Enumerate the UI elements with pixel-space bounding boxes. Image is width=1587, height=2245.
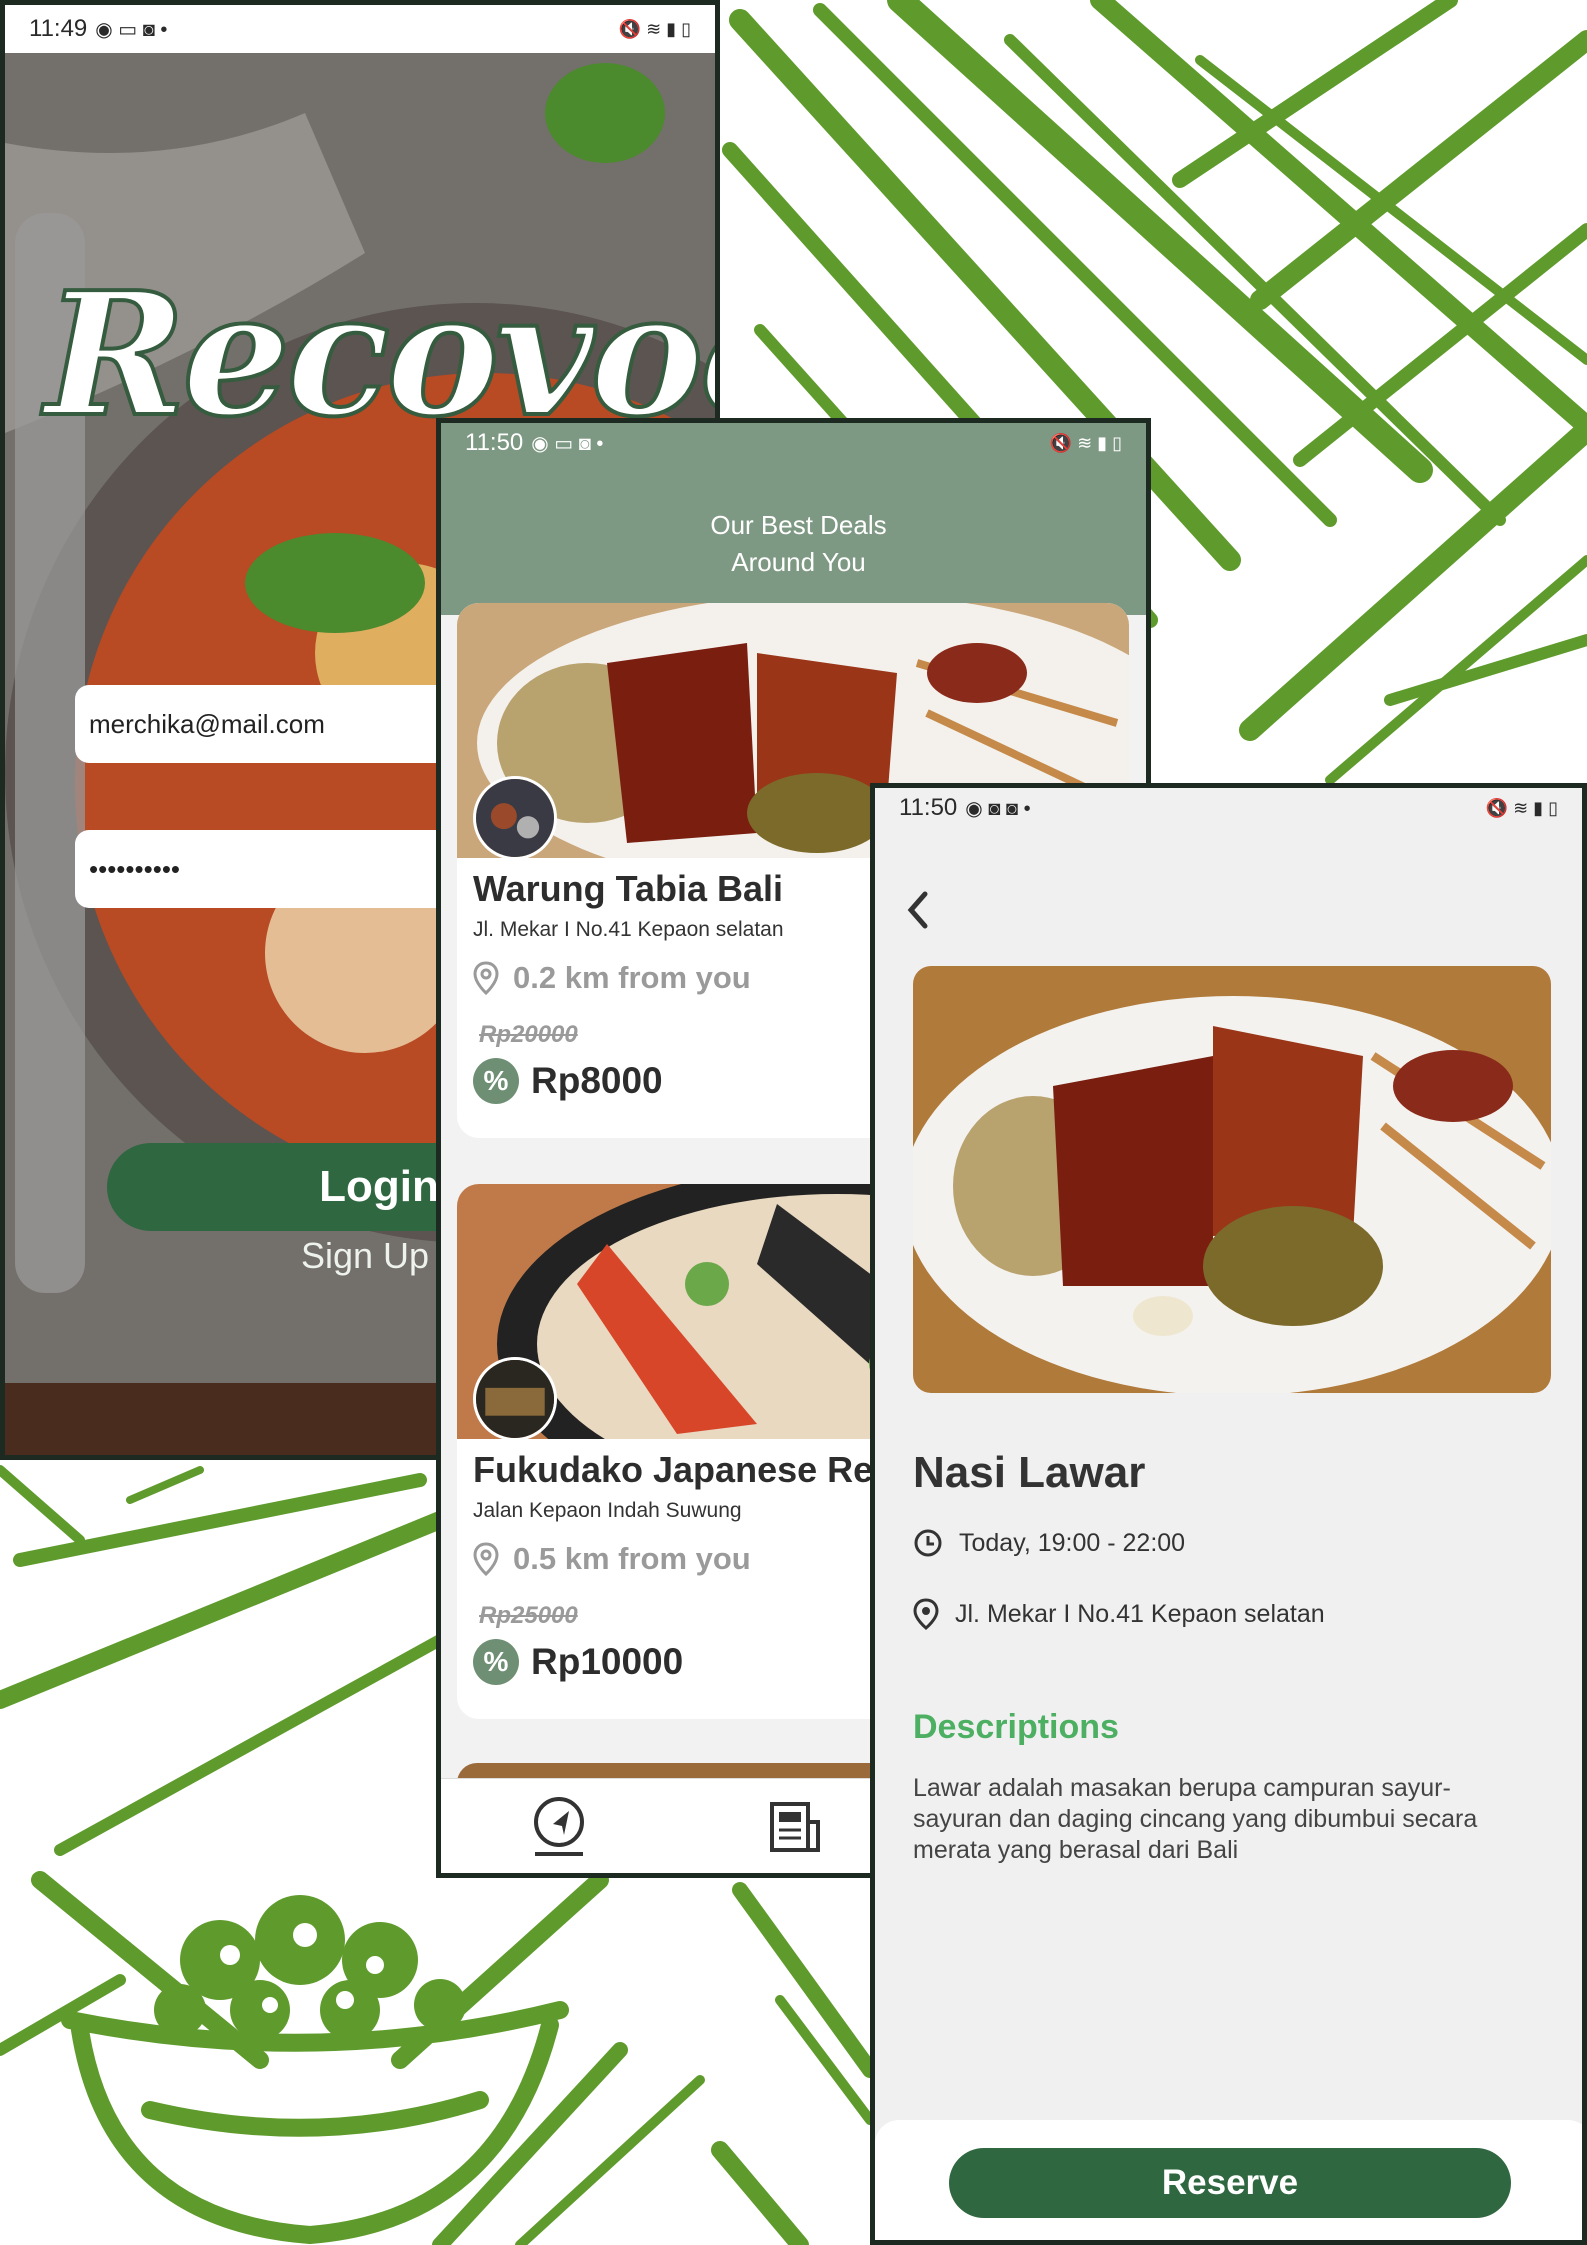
restaurant-avatar (473, 776, 557, 860)
system-status-icons: 🔇 ≋ ▮ ▯ (1049, 432, 1122, 453)
location-pin-icon (913, 1598, 939, 1630)
distance-text: 0.2 km from you (513, 960, 751, 995)
status-time: 11:49 (29, 15, 88, 42)
food-detail-photo (913, 966, 1551, 1393)
pickup-address: Jl. Mekar I No.41 Kepaon selatan (913, 1598, 1325, 1630)
email-field[interactable]: merchika@mail.com (75, 685, 495, 763)
price-text: Rp8000 (531, 1060, 663, 1101)
salad-bowl-illustration (31, 1871, 609, 2245)
discounted-price: % Rp10000 (473, 1639, 683, 1685)
receipt-icon (770, 1802, 820, 1852)
signup-link[interactable]: Sign Up (301, 1235, 429, 1277)
status-bar: 11:49 ◉ ▭ ◙ • 🔇 ≋ ▮ ▯ (5, 5, 715, 53)
system-status-icons: 🔇 ≋ ▮ ▯ (1485, 797, 1558, 818)
detail-screen: 11:50 ◉ ◙ ◙ • 🔇 ≋ ▮ ▯ Nasi Lawar Today, … (870, 783, 1587, 2245)
back-arrow-icon[interactable] (903, 888, 933, 932)
food-title: Nasi Lawar (913, 1448, 1146, 1497)
system-status-icons: 🔇 ≋ ▮ ▯ (618, 18, 691, 39)
notification-icons: ◉ ▭ ◙ • (95, 18, 168, 41)
address-text: Jl. Mekar I No.41 Kepaon selatan (955, 1599, 1325, 1628)
header-line-2: Around You (731, 547, 866, 577)
distance-text: 0.5 km from you (513, 1541, 751, 1576)
notification-icons: ◉ ▭ ◙ • (531, 432, 604, 455)
original-price: Rp20000 (479, 1021, 578, 1048)
status-time: 11:50 (899, 794, 958, 821)
header-line-1: Our Best Deals (710, 510, 887, 540)
discount-badge-icon: % (473, 1058, 519, 1104)
restaurant-address: Jalan Kepaon Indah Suwung (473, 1499, 742, 1522)
restaurant-name: Fukudako Japanese Res (473, 1449, 894, 1490)
time-text: Today, 19:00 - 22:00 (959, 1528, 1186, 1557)
original-price: Rp25000 (479, 1602, 578, 1629)
restaurant-address: Jl. Mekar I No.41 Kepaon selatan (473, 918, 784, 941)
location-pin-icon (473, 1542, 499, 1576)
password-field[interactable]: •••••••••• (75, 830, 495, 908)
discount-badge-icon: % (473, 1639, 519, 1685)
tab-orders[interactable] (763, 1795, 827, 1859)
descriptions-heading: Descriptions (913, 1708, 1119, 1746)
restaurant-avatar (473, 1357, 557, 1441)
location-pin-icon (473, 961, 499, 995)
status-bar: 11:50 ◉ ▭ ◙ • 🔇 ≋ ▮ ▯ (441, 423, 1146, 463)
clock-icon (914, 1529, 942, 1557)
reserve-button[interactable]: Reserve (949, 2148, 1511, 2218)
distance: 0.5 km from you (473, 1541, 751, 1577)
pickup-time: Today, 19:00 - 22:00 (913, 1528, 1185, 1558)
discounted-price: % Rp8000 (473, 1058, 663, 1104)
compass-icon (534, 1797, 584, 1856)
tab-explore[interactable] (527, 1795, 591, 1859)
description-text: Lawar adalah masakan berupa campuran say… (913, 1774, 1478, 1864)
price-text: Rp10000 (531, 1641, 684, 1682)
status-time: 11:50 (465, 429, 524, 456)
distance: 0.2 km from you (473, 960, 751, 996)
status-bar: 11:50 ◉ ◙ ◙ • 🔇 ≋ ▮ ▯ (875, 788, 1582, 828)
notification-icons: ◉ ◙ ◙ • (965, 797, 1031, 820)
restaurant-name: Warung Tabia Bali (473, 868, 784, 909)
deals-header: Our Best Deals Around You (441, 463, 1146, 615)
